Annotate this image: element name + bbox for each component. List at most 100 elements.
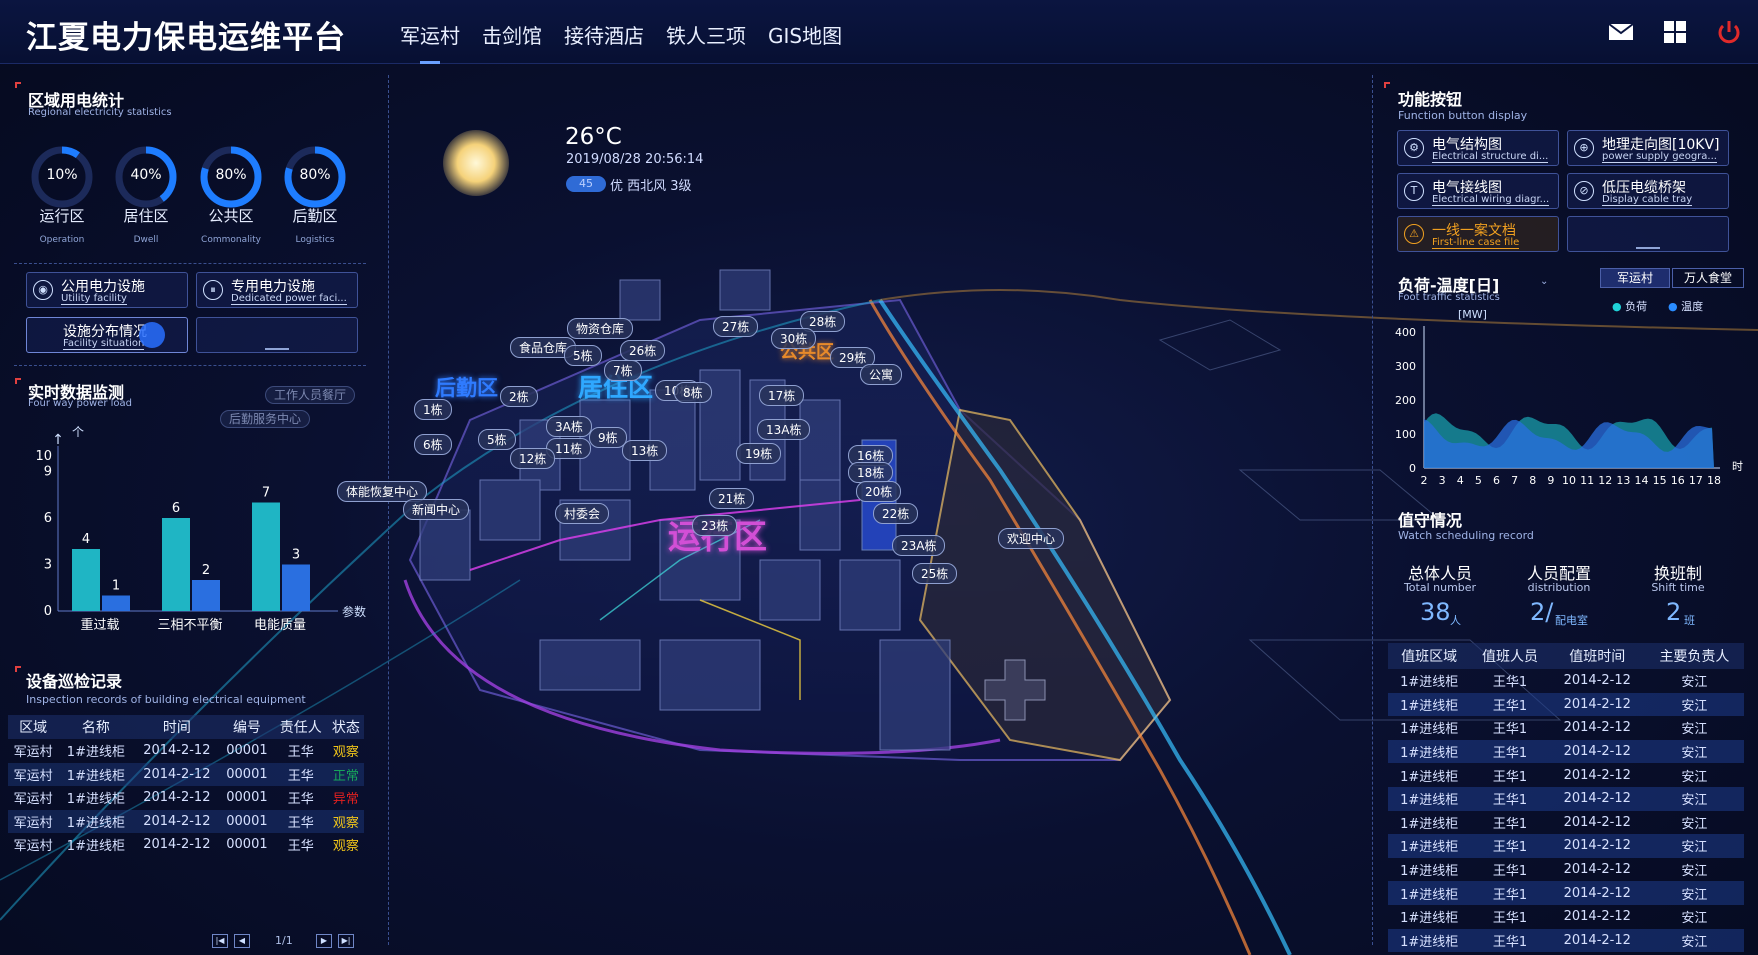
table-row[interactable]: 军运村 1#进线柜 2014-2-12 00001 王华 观察 [8,739,364,763]
map-building-tag[interactable]: 18栋 [848,462,894,483]
map-building-tag[interactable]: 26栋 [620,340,666,361]
inspection-header-row: 区域 名称 时间 编号 责任人 状态 [8,715,364,739]
dedicated-facility-button[interactable]: ⏸ 专用电力设施 Dedicated power faci... [196,272,358,308]
table-row[interactable]: 1#进线柜 王华1 2014-2-12 安江 [1388,905,1744,929]
map-building-tag[interactable]: 19栋 [736,443,782,464]
function-button-en: Electrical structure di... [1432,151,1549,163]
map-building-tag[interactable]: 新闻中心 [403,499,470,520]
map-building-tag[interactable]: 公寓 [860,364,903,385]
table-row[interactable]: 1#进线柜 王华1 2014-2-12 安江 [1388,811,1744,835]
map-building-tag[interactable]: 22栋 [873,503,919,524]
nav-item-fencing-hall[interactable]: 击剑馆 [482,20,542,49]
table-cell: 王华1 [1492,722,1528,738]
wiring-diagram-button[interactable]: T 电气接线图 Electrical wiring diagr... [1397,173,1559,209]
mail-icon[interactable] [1607,20,1635,44]
map-building-tag[interactable]: 欢迎中心 [998,528,1065,549]
tab-canteen[interactable]: 万人食堂 [1672,268,1744,288]
geo-route-button[interactable]: ⊕ 地理走向图[10KV] power supply geogra... [1567,130,1729,166]
map-building-tag[interactable]: 30栋 [771,328,817,349]
table-cell: 军运村 [8,809,59,833]
table-row[interactable]: 1#进线柜 王华1 2014-2-12 安江 [1388,669,1744,693]
nav-item-reception-hotel[interactable]: 接待酒店 [564,20,644,49]
chevron-down-icon[interactable]: ⌄ [1540,276,1548,287]
inspection-title: 设备巡检记录 [26,672,123,691]
map-building-tag[interactable]: 村委会 [555,503,610,524]
map-building-tag[interactable]: 20栋 [856,481,902,502]
tab-junyuncun[interactable]: 军运村 [1600,268,1670,288]
table-row[interactable]: 1#进线柜 王华1 2014-2-12 安江 [1388,716,1744,740]
table-row[interactable]: 1#进线柜 王华1 2014-2-12 安江 [1388,834,1744,858]
map-building-tag[interactable]: 物资仓库 [567,318,634,339]
table-cell: 2014-2-12 [1563,814,1631,830]
map-building-tag[interactable]: 5栋 [478,429,516,450]
table-cell: 1#进线柜 [1388,786,1471,811]
table-cell: 王华 [287,745,314,761]
table-row[interactable]: 1#进线柜 王华1 2014-2-12 安江 [1388,928,1744,953]
first-page-button[interactable]: |◀ [212,934,228,948]
y-tick-label: 200 [1395,394,1416,407]
table-row[interactable]: 1#进线柜 王华1 2014-2-12 安江 [1388,763,1744,787]
map-building-tag[interactable]: 2栋 [500,386,538,407]
map-building-tag[interactable]: 12栋 [510,448,556,469]
prev-page-button[interactable]: ◀ [234,934,250,948]
power-off-icon[interactable] [1715,20,1743,44]
table-cell: 2014-2-12 [1549,692,1645,717]
table-row[interactable]: 1#进线柜 王华1 2014-2-12 安江 [1388,739,1744,764]
empty-facility-button[interactable] [196,317,358,353]
table-row[interactable]: 1#进线柜 王华1 2014-2-12 安江 [1388,858,1744,882]
nav-item-gis-map[interactable]: GIS地图 [768,20,842,49]
map-building-tag[interactable]: 21栋 [709,488,755,509]
y-axis-label: 个 [72,425,84,439]
app-title: 江夏电力保电运维平台 [26,20,346,56]
map-building-tag[interactable]: 17栋 [759,385,805,406]
table-row[interactable]: 1#进线柜 王华1 2014-2-12 安江 [1388,786,1744,811]
map-building-tag[interactable]: 13栋 [622,440,668,461]
map-building-tag[interactable]: 7栋 [604,360,642,381]
electrical-structure-button[interactable]: ⚙ 电气结构图 Electrical structure di... [1397,130,1559,166]
map-building-tag[interactable]: 9栋 [589,427,627,448]
bar-value-label: 4 [82,532,90,547]
utility-facility-button[interactable]: ◉ 公用电力设施 Utility facility [26,272,188,308]
map-building-tag[interactable]: 8栋 [674,382,712,403]
left-divider [388,75,389,945]
function-button-en: Display cable tray [1602,194,1693,206]
next-page-button[interactable]: ▶ [316,934,332,948]
map-building-tag[interactable]: 23A栋 [892,535,946,556]
map-building-tag[interactable]: 25栋 [912,563,958,584]
table-cell: 安江 [1644,928,1744,953]
facility-distribution-button[interactable]: 设施分布情况 Facility situation [26,317,188,353]
y-tick-label: 10 [35,449,52,464]
table-row[interactable]: 1#进线柜 王华1 2014-2-12 安江 [1388,692,1744,717]
map-building-tag[interactable]: 6栋 [414,434,452,455]
table-row[interactable]: 1#进线柜 王华1 2014-2-12 安江 [1388,881,1744,905]
panel-corner-mark [1384,82,1390,88]
nav-item-junyuncun[interactable]: 军运村 [400,20,460,64]
last-page-button[interactable]: ▶| [338,934,354,948]
cable-tray-button[interactable]: ⊘ 低压电缆桥架 Display cable tray [1567,173,1729,209]
x-category-label: 三相不平衡 [157,618,222,633]
bar [252,502,280,611]
map-building-tag[interactable]: 23栋 [692,515,738,536]
table-row[interactable]: 军运村 1#进线柜 2014-2-12 00001 王华 观察 [8,833,364,857]
map-building-tag[interactable]: 13A栋 [757,419,811,440]
table-row[interactable]: 军运村 1#进线柜 2014-2-12 00001 王华 正常 [8,762,364,786]
table-cell: 1#进线柜 [1400,769,1459,785]
map-building-tag[interactable]: 27栋 [713,316,759,337]
case-file-button[interactable]: ⚠ 一线一案文档 First-line case file [1397,216,1559,252]
map-building-tag[interactable]: 1栋 [414,399,452,420]
table-row[interactable]: 军运村 1#进线柜 2014-2-12 00001 王华 异常 [8,786,364,810]
map-building-tag[interactable]: 3A栋 [546,416,592,437]
duty-stat-value: 38 [1420,598,1451,626]
table-cell: 1#进线柜 [1400,864,1459,880]
structure-icon: ⚙ [1404,138,1424,158]
wiring-icon: T [1404,181,1424,201]
column-header: 值班区域 [1388,643,1471,669]
grid-menu-icon[interactable] [1661,20,1689,44]
x-tick-label: 5 [1475,474,1482,487]
empty-function-button[interactable] [1567,216,1729,252]
table-cell: 王华 [273,762,328,786]
divider [14,263,366,264]
map-building-tag[interactable]: 5栋 [564,345,602,366]
table-row[interactable]: 军运村 1#进线柜 2014-2-12 00001 王华 观察 [8,809,364,833]
nav-item-triathlon[interactable]: 铁人三项 [666,20,746,49]
